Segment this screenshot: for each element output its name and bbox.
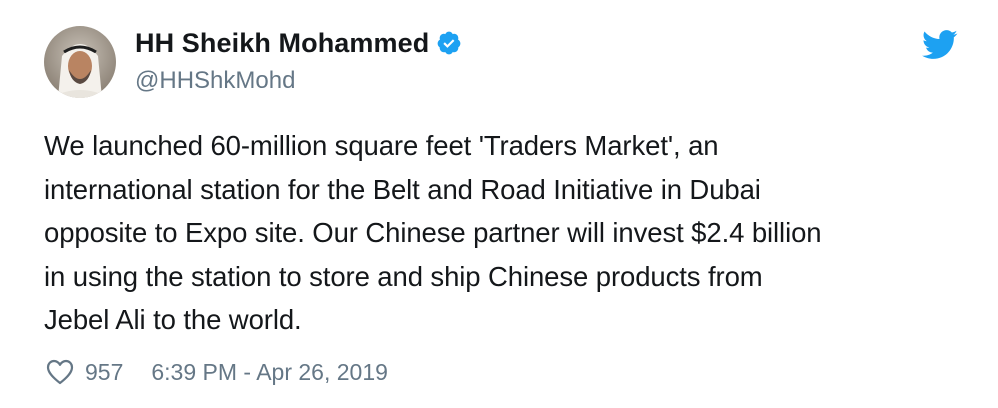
tweet-card: HH Sheikh Mohammed @HHShkMohd We launche… — [0, 0, 998, 408]
verified-badge-icon — [436, 30, 462, 56]
user-handle[interactable]: @HHShkMohd — [135, 67, 462, 95]
avatar[interactable] — [44, 26, 116, 98]
tweet-text: We launched 60-million square feet 'Trad… — [44, 124, 974, 342]
like-count[interactable]: 957 — [85, 359, 123, 386]
tweet-text-line: opposite to Expo site. Our Chinese partn… — [44, 217, 822, 248]
tweet-text-line: Jebel Ali to the world. — [44, 304, 302, 335]
tweet-header: HH Sheikh Mohammed @HHShkMohd — [135, 26, 462, 95]
timestamp[interactable]: 6:39 PM - Apr 26, 2019 — [151, 359, 388, 386]
tweet-footer: 957 6:39 PM - Apr 26, 2019 — [46, 355, 388, 389]
tweet-text-line: international station for the Belt and R… — [44, 173, 761, 205]
tweet-text-line: We launched 60-million square feet 'Trad… — [44, 130, 719, 161]
tweet-text-line: in using the station to store and ship C… — [44, 260, 763, 292]
display-name[interactable]: HH Sheikh Mohammed — [135, 28, 429, 59]
heart-icon[interactable] — [46, 359, 74, 385]
twitter-bird-icon[interactable] — [922, 30, 958, 60]
name-row: HH Sheikh Mohammed — [135, 26, 462, 60]
